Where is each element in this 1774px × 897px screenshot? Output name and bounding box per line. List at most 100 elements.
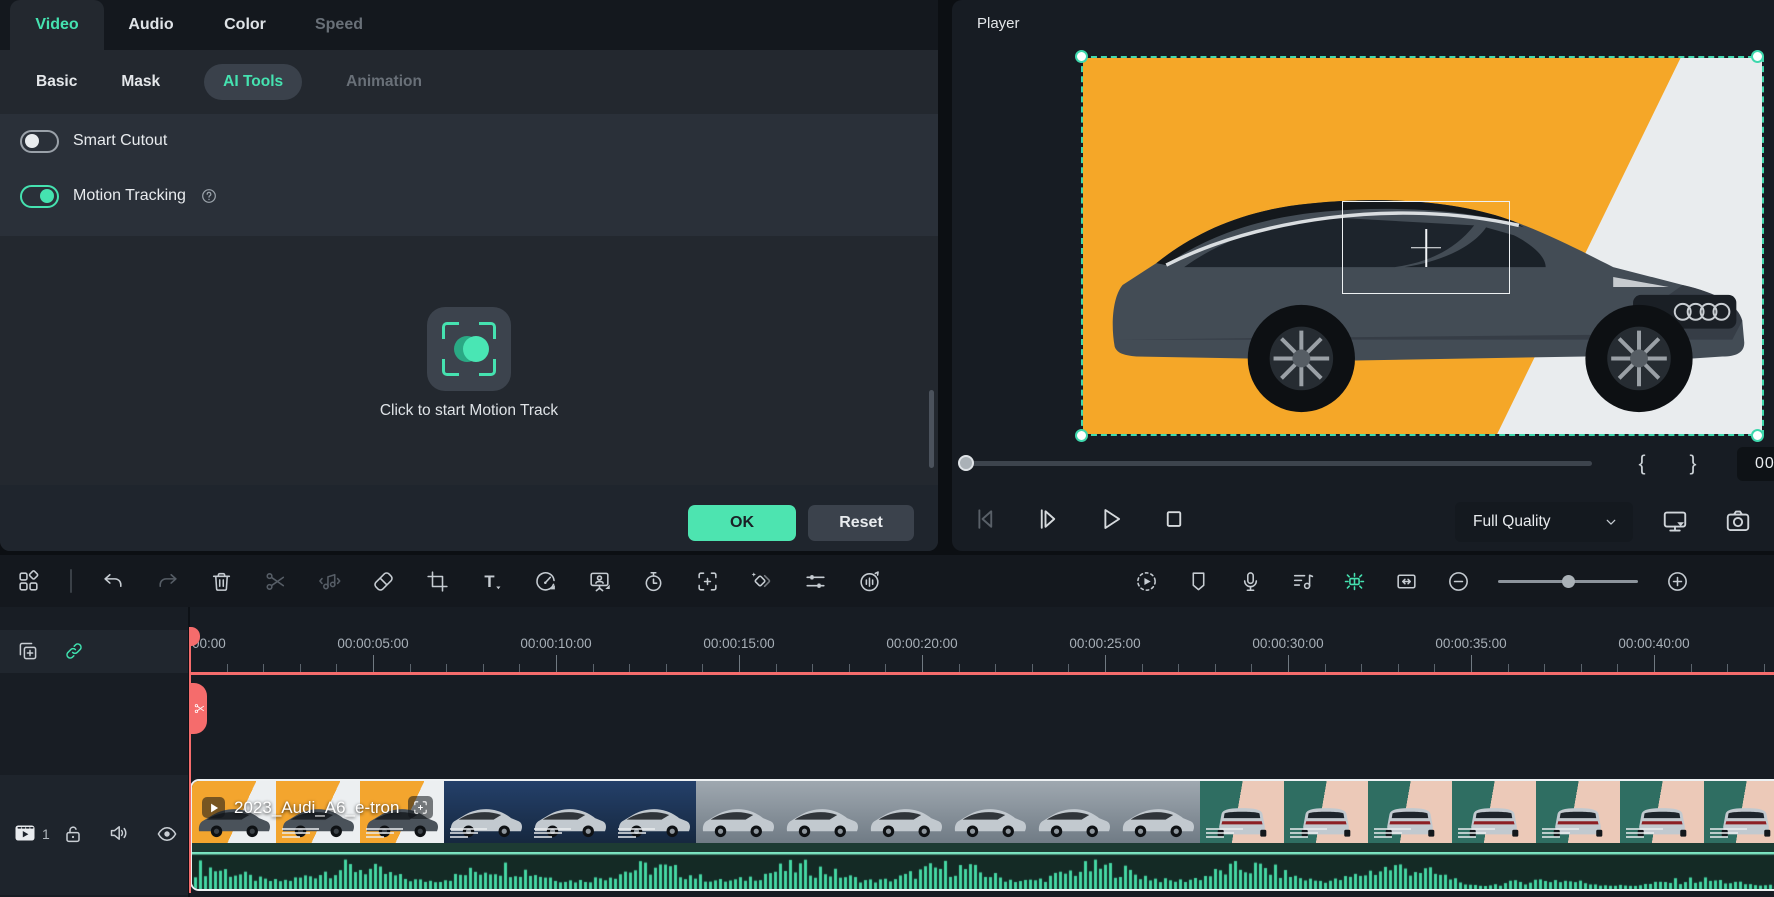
- stopwatch-button[interactable]: [641, 569, 666, 594]
- panel-scrollbar[interactable]: [929, 390, 934, 468]
- mark-in-button[interactable]: {: [1628, 449, 1656, 479]
- clip-thumbnail: [696, 781, 780, 843]
- tab-video[interactable]: Video: [10, 0, 104, 50]
- mute-track-button[interactable]: [107, 821, 131, 845]
- stop-button[interactable]: [1159, 504, 1189, 534]
- resize-handle-bottom-right[interactable]: [1751, 429, 1764, 442]
- next-frame-button[interactable]: [1033, 504, 1063, 534]
- marker-button[interactable]: [1186, 569, 1211, 594]
- prev-frame-button[interactable]: [970, 504, 1000, 534]
- ruler-tick: [226, 664, 228, 672]
- microphone-button[interactable]: [1238, 569, 1263, 594]
- subtab-mask[interactable]: Mask: [121, 73, 160, 91]
- render-preview-button[interactable]: [1134, 569, 1159, 594]
- play-button[interactable]: [1096, 504, 1126, 534]
- ruler-label: 00:00:25:00: [1069, 636, 1141, 651]
- thumbnail-caption-lines: [1626, 826, 1672, 838]
- clip-thumbnail: [1620, 781, 1704, 843]
- ruler-label: 00:00:40:00: [1618, 636, 1690, 651]
- tag-button[interactable]: [371, 569, 396, 594]
- track-dot-icon: [463, 336, 489, 362]
- add-track-button[interactable]: [16, 639, 40, 663]
- resize-handle-top-left[interactable]: [1075, 50, 1088, 63]
- subtab-ai-tools[interactable]: AI Tools: [204, 64, 303, 100]
- clip-name: 2023_Audi_A6_e-tron: [234, 797, 400, 817]
- motion-tracking-toggle[interactable]: [20, 184, 59, 208]
- timeline-header: 1: [0, 607, 188, 897]
- subtab-basic[interactable]: Basic: [36, 73, 77, 91]
- ruler-tick: [922, 655, 923, 672]
- motion-track-target-button[interactable]: [695, 569, 720, 594]
- ruler-tick: [629, 664, 631, 672]
- thumbnail-caption-lines: [1290, 826, 1336, 838]
- seek-bar[interactable]: [965, 461, 1592, 466]
- resize-handle-top-right[interactable]: [1751, 50, 1764, 63]
- ruler-tick: [1324, 664, 1326, 672]
- zoom-in-button[interactable]: [1665, 569, 1690, 594]
- clip-thumbnail: [1452, 781, 1536, 843]
- reset-button[interactable]: Reset: [808, 505, 914, 541]
- timeline-zoom-slider[interactable]: [1498, 569, 1638, 593]
- presentation-button[interactable]: [587, 569, 612, 594]
- tab-speed[interactable]: Speed: [292, 0, 386, 50]
- text-tool-button[interactable]: T: [479, 569, 504, 594]
- bracket-corner-icon: [442, 359, 459, 376]
- zoom-out-button[interactable]: [1446, 569, 1471, 594]
- thumbnail-caption-lines: [1458, 826, 1504, 838]
- ruler-tick: [885, 664, 887, 672]
- ok-button[interactable]: OK: [688, 505, 796, 541]
- playhead-scissors-button[interactable]: [191, 683, 207, 734]
- subtab-animation[interactable]: Animation: [346, 73, 422, 91]
- audio-mixer-button[interactable]: [1290, 569, 1315, 594]
- time-ruler[interactable]: 00:00 00:00:05:00 00:00:10:00 00:00:15:00 00…: [188, 630, 1774, 676]
- resize-handle-bottom-left[interactable]: [1075, 429, 1088, 442]
- zoom-slider-handle[interactable]: [1562, 575, 1575, 588]
- crop-button[interactable]: [425, 569, 450, 594]
- scissors-icon: [193, 702, 206, 715]
- smart-cutout-toggle[interactable]: [20, 129, 59, 153]
- motion-track-hint: Click to start Motion Track: [379, 402, 559, 419]
- lock-track-button[interactable]: [61, 822, 85, 846]
- mark-out-button[interactable]: }: [1679, 449, 1707, 479]
- snapshot-button[interactable]: [1723, 506, 1753, 536]
- tab-color[interactable]: Color: [198, 0, 292, 50]
- speed-dial-button[interactable]: [533, 569, 558, 594]
- hide-track-button[interactable]: [155, 822, 179, 846]
- smart-cutout-label: Smart Cutout: [73, 132, 168, 149]
- auto-ripple-button[interactable]: [1342, 569, 1367, 594]
- media-layout-button[interactable]: [16, 569, 41, 594]
- adjust-sliders-button[interactable]: [803, 569, 828, 594]
- link-icon[interactable]: [62, 639, 86, 663]
- scissors-button[interactable]: [263, 569, 288, 594]
- detach-audio-button[interactable]: [317, 569, 342, 594]
- audio-cycle-button[interactable]: [857, 569, 882, 594]
- detach-monitor-button[interactable]: [1660, 506, 1690, 536]
- start-motion-track-button[interactable]: [427, 307, 511, 391]
- clip-overlay: 2023_Audi_A6_e-tron: [202, 796, 434, 819]
- undo-button[interactable]: [101, 569, 126, 594]
- trash-button[interactable]: [209, 569, 234, 594]
- help-icon[interactable]: [200, 187, 218, 205]
- keyframe-button[interactable]: [749, 569, 774, 594]
- edit-toolbar: T: [0, 555, 1774, 607]
- ruler-tick: [775, 664, 777, 672]
- thumbnail-caption-lines: [1542, 826, 1588, 838]
- toggle-row-motion-tracking: Motion Tracking: [20, 183, 218, 209]
- video-clip[interactable]: 2023_Audi_A6_e-tron: [190, 779, 1774, 891]
- ruler-tick: [1068, 664, 1070, 672]
- seek-handle[interactable]: [958, 455, 974, 471]
- play-badge-icon: [202, 797, 225, 818]
- tab-audio[interactable]: Audio: [104, 0, 198, 50]
- quality-selector[interactable]: Full Quality: [1455, 502, 1633, 542]
- fit-timeline-button[interactable]: [1394, 569, 1419, 594]
- redo-button[interactable]: [155, 569, 180, 594]
- ruler-tick: [336, 664, 338, 672]
- clip-thumbnail: [1200, 781, 1284, 843]
- video-track-icon: [13, 821, 37, 845]
- playhead[interactable]: [189, 627, 191, 893]
- preview-frame[interactable]: [1083, 58, 1762, 434]
- toolbar-right-group: [1134, 555, 1690, 607]
- clip-thumbnail: [444, 781, 528, 843]
- ruler-tick: [958, 664, 960, 672]
- motion-tracking-box[interactable]: [1342, 201, 1510, 294]
